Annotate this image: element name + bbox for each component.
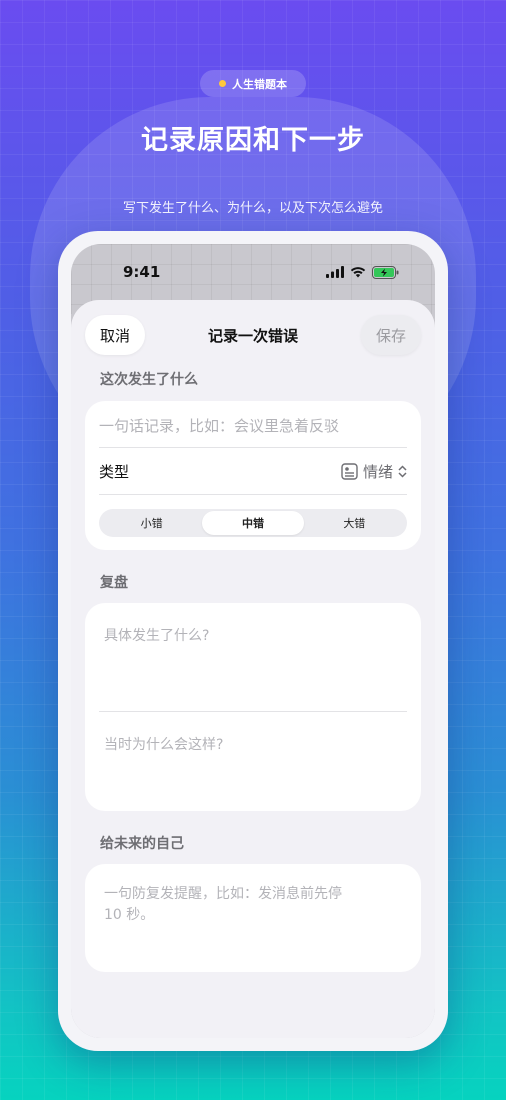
badge-dot-icon [219,80,226,87]
type-value: 情绪 [362,462,393,481]
phone-frame: 9:41 取消 记录一次错误 保存 这次发生了什么 一句话记录，比如：会议里急着… [58,231,448,1051]
severity-option-major[interactable]: 大错 [304,511,405,535]
type-label: 类型 [99,462,130,481]
record-sheet: 取消 记录一次错误 保存 这次发生了什么 一句话记录，比如：会议里急着反驳 类型 [71,300,435,1038]
status-icons [326,265,399,279]
row-divider [99,711,407,712]
what-happened-card: 一句话记录，比如：会议里急着反驳 类型 情绪 小错 中错 大错 [85,401,421,550]
row-divider [99,494,407,495]
note-card-icon [341,462,358,480]
type-row[interactable]: 类型 情绪 [99,448,407,494]
chevron-up-down-icon [398,464,407,478]
type-picker[interactable]: 情绪 [341,461,407,482]
why-textarea[interactable]: 当时为什么会这样? [104,734,223,754]
battery-charging-icon [372,265,399,279]
what-happened-textarea[interactable]: 具体发生了什么? [104,625,209,645]
severity-option-medium[interactable]: 中错 [202,511,304,535]
reminder-textarea[interactable]: 一句防复发提醒，比如：发消息前先停 10 秒。 [104,884,364,926]
severity-option-minor[interactable]: 小错 [101,511,202,535]
status-bar: 9:41 [71,260,435,284]
section-label-review: 复盘 [100,575,128,591]
future-self-card: 一句防复发提醒，比如：发消息前先停 10 秒。 [85,864,421,972]
review-card: 具体发生了什么? 当时为什么会这样? [85,603,421,811]
phone-screen: 9:41 取消 记录一次错误 保存 这次发生了什么 一句话记录，比如：会议里急着… [71,244,435,1038]
app-badge: 人生错题本 [200,70,306,97]
promo-subline: 写下发生了什么、为什么，以及下次怎么避免 [122,201,383,216]
status-time: 9:41 [123,263,161,281]
signal-icon [326,266,344,278]
section-label-what-happened: 这次发生了什么 [100,372,198,388]
save-button[interactable]: 保存 [361,315,421,355]
severity-segmented-control[interactable]: 小错 中错 大错 [99,509,407,537]
wifi-icon [350,267,366,278]
promo-headline: 记录原因和下一步 [141,125,365,156]
app-badge-label: 人生错题本 [232,77,287,91]
summary-input[interactable]: 一句话记录，比如：会议里急着反驳 [99,415,339,436]
section-label-future-self: 给未来的自己 [100,836,184,852]
